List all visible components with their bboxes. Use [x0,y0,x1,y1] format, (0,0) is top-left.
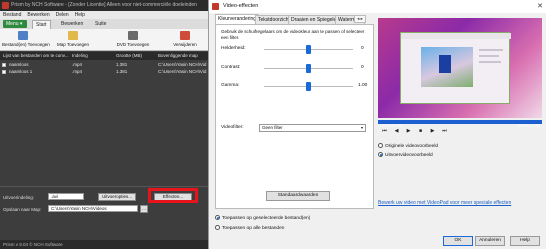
dialog-title-bar: Video-effecten ✕ [209,0,546,13]
add-files-button[interactable]: Bestand(en) Toevoegen [2,31,50,47]
file-folder: C:\Users\Yasin NCH\Vid [158,69,207,74]
gamma-slider[interactable] [264,82,353,91]
col-folder[interactable]: Bovenliggende map [158,52,198,60]
chevron-down-icon: ▾ [360,125,363,130]
skip-end-icon[interactable]: ⏭ [440,127,449,136]
defaults-button[interactable]: Standaardwaarden [266,191,330,201]
browse-folder-button[interactable]: ... [140,205,148,213]
color-adjust-panel: Gebruik de schuifregelaars om de videokl… [215,24,374,209]
prism-window: Prism by NCH Software - [Zonder Licentie… [0,0,208,249]
file-checkbox[interactable] [2,69,6,74]
tab-start[interactable]: Start [32,20,51,29]
col-size[interactable]: Grootte (MB) [116,52,142,60]
tab-suite[interactable]: Suite [92,20,109,29]
skip-start-icon[interactable]: ⏮ [380,127,389,136]
prism-title: Prism by NCH Software - [Zonder Licentie… [11,2,197,8]
video-filter-label: Videofilter: [221,125,244,130]
slider-thumb[interactable] [306,45,311,54]
file-size: 1.381 [116,62,128,67]
dialog-app-icon [212,3,219,10]
menu-bewerken[interactable]: Bewerken [24,11,52,19]
play-icon[interactable]: ▶ [404,127,413,136]
apply-selected-option[interactable]: Toepassen op geselecteerde bestand(en) [215,215,310,221]
slider-thumb[interactable] [306,82,311,91]
radio-selected[interactable] [215,215,220,220]
add-folder-button[interactable]: Map Toevoegen [52,31,94,47]
apply-all-option[interactable]: Toepassen op alle bestanden [215,225,284,231]
gamma-label: Gamma: [221,83,240,88]
prism-toolbar: Bestand(en) Toevoegen Map Toevoegen DVD … [0,29,208,51]
output-folder-label: Opslaan naar Map: [3,207,42,212]
file-name: naamloos 1 [9,69,33,74]
prism-ribbon-tabs: Menu ▾ Start Bewerken Suite [0,19,208,29]
original-preview-option[interactable]: Originele videovoorbeeld [378,143,438,149]
output-folder-input[interactable]: C:\Users\Yasin NCH\Videos [48,205,138,212]
step-back-icon[interactable]: ◀ [392,127,401,136]
output-format-label: Uitvoerindeling: [3,195,35,200]
gamma-value: 1.00 [358,83,368,88]
dialog-title: Video-effecten [223,3,259,9]
video-filter-select[interactable]: Geen filter ▾ [259,124,366,132]
remove-icon [180,31,190,40]
playback-controls: ⏮ ◀ ▶ ■ ▶ ⏭ [378,127,542,136]
file-list-header: Lijst van bestanden om te conv... Indeli… [0,52,208,60]
dvd-icon [128,31,138,40]
radio-unselected[interactable] [215,225,220,230]
preview-screenshot-content [400,32,511,104]
ok-button[interactable]: OK [443,236,473,246]
radio-unselected[interactable] [378,143,383,148]
radio-selected[interactable] [378,152,383,157]
file-size: 1.381 [116,69,128,74]
close-icon[interactable]: ✕ [537,0,543,13]
panel-description: Gebruik de schuifregelaars om de videokl… [221,29,365,40]
col-format[interactable]: Indeling [72,52,88,60]
tab-bewerken[interactable]: Bewerken [58,20,86,29]
menu-button[interactable]: Menu ▾ [3,20,27,28]
video-preview [378,18,542,118]
file-checkbox[interactable] [2,62,6,67]
col-filename[interactable]: Lijst van bestanden om te conv... [3,52,68,60]
contrast-slider[interactable] [264,64,353,73]
prism-app-icon [2,2,9,9]
menu-help[interactable]: Help [72,11,88,19]
add-dvd-button[interactable]: DVD Toevoegen [112,31,154,47]
file-row[interactable]: naamloos 1 .mp4 1.381 C:\Users\Yasin NCH… [0,68,208,75]
output-format-select[interactable]: .avi [48,193,84,200]
status-bar: Prism v 9.04 © NCH Software [0,240,208,249]
preview-frame [378,18,542,118]
contrast-label: Contrast: [221,65,241,70]
contrast-value: 0 [361,65,364,70]
menu-delen[interactable]: Delen [53,11,72,19]
effects-tabs: Kleurverandering Tekstdoorzicht Draaien … [215,14,371,24]
remove-button[interactable]: Verwijderen [164,31,206,47]
brightness-slider[interactable] [264,45,353,54]
file-format: .mp4 [72,62,83,67]
prism-title-bar: Prism by NCH Software - [Zonder Licentie… [0,0,208,11]
file-folder: C:\Users\Yasin NCH\Vid [158,62,207,67]
add-files-icon [18,31,28,40]
brightness-label: Helderheid: [221,46,246,51]
file-name: naamloos [9,62,29,67]
videopad-link[interactable]: Bewerk uw video met VideoPad voor meer s… [378,200,511,206]
tab-scroll-arrows[interactable]: ◂ ▸ [354,15,366,23]
stop-icon[interactable]: ■ [416,127,425,136]
file-format: .mp4 [72,69,83,74]
output-options-button[interactable]: Uitvoeropties... [98,193,136,201]
cancel-button[interactable]: Annuleren [475,236,505,246]
menu-bestand[interactable]: Bestand [0,11,24,19]
brightness-value: 0 [361,46,364,51]
tab-draaien-spiegelen[interactable]: Draaien en Spiegelen [288,15,343,24]
output-preview-option[interactable]: Uitvoervideovoorbeeld [378,152,433,158]
folder-icon [68,31,78,40]
prism-menu-bar: Bestand Bewerken Delen Help [0,11,208,19]
file-row[interactable]: naamloos .mp4 1.381 C:\Users\Yasin NCH\V… [0,61,208,68]
effects-highlight-box [148,188,198,203]
help-button[interactable]: Help [510,236,540,246]
step-forward-icon[interactable]: ▶ [428,127,437,136]
slider-thumb[interactable] [306,64,311,73]
tab-kleurverandering[interactable]: Kleurverandering [215,14,260,24]
